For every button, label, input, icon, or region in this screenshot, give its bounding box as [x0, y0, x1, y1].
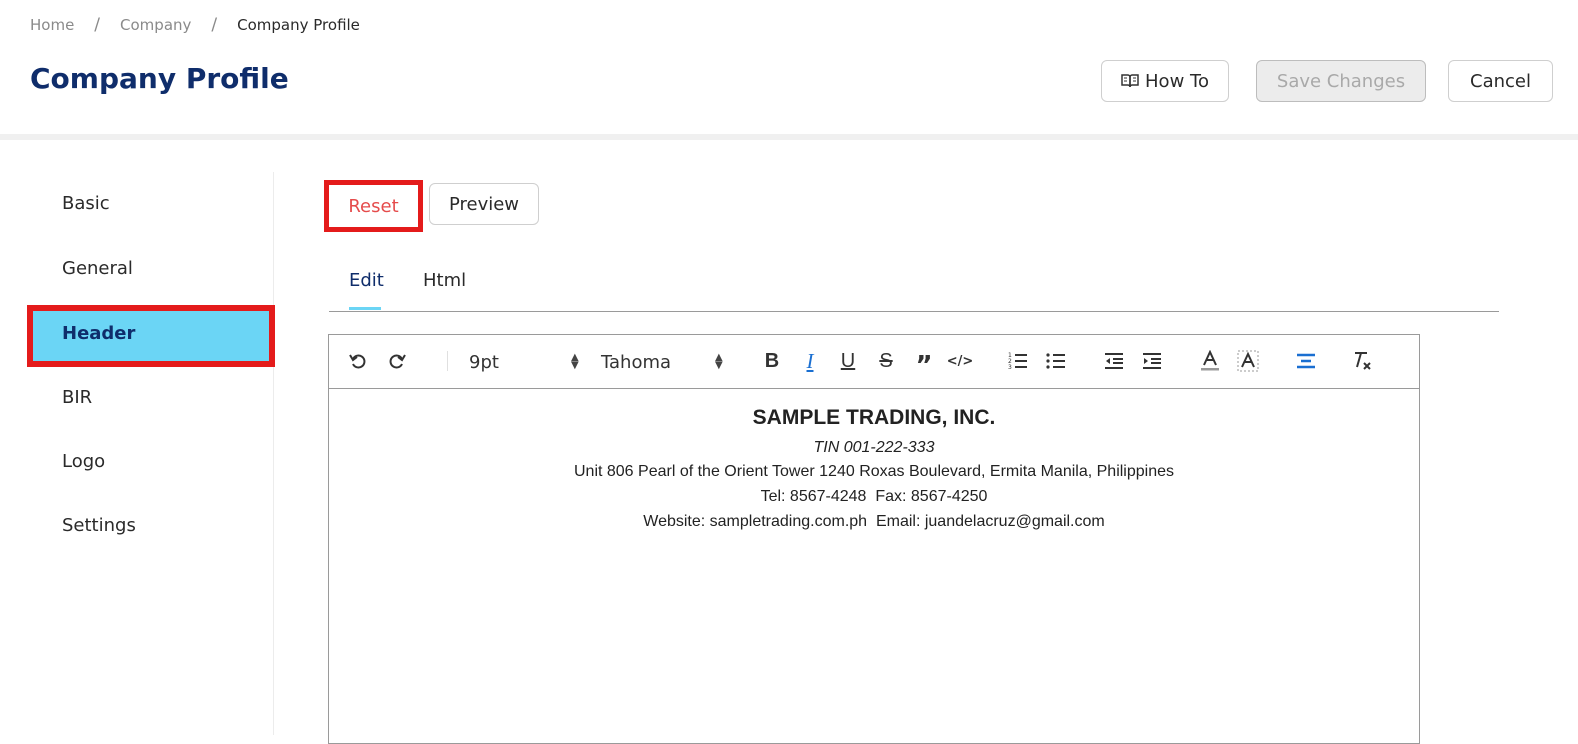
- indent-icon[interactable]: [1139, 348, 1165, 374]
- rich-text-editor: 9pt ▲ ▼ Tahoma ▲ ▼ B I U S ” </> 123 SAM…: [328, 334, 1420, 744]
- breadcrumb-separator: /: [211, 15, 218, 35]
- editor-tabs: Edit Html: [329, 262, 1499, 312]
- header-divider: [0, 134, 1578, 140]
- active-tab-indicator: [349, 307, 381, 310]
- contact-line: Tel: 8567-4248 Fax: 8567-4250: [760, 488, 988, 505]
- highlight-icon[interactable]: [1235, 348, 1261, 374]
- font-size-value: 9pt: [469, 351, 499, 373]
- ordered-list-icon[interactable]: 123: [1005, 348, 1031, 374]
- how-to-label: How To: [1145, 70, 1209, 92]
- page-title: Company Profile: [30, 62, 289, 95]
- align-center-icon[interactable]: [1293, 348, 1319, 374]
- breadcrumb: Home / Company / Company Profile: [30, 15, 360, 35]
- reset-button[interactable]: Reset: [324, 180, 423, 232]
- web-email-line: Website: sampletrading.com.ph Email: jua…: [643, 513, 1105, 530]
- outdent-icon[interactable]: [1101, 348, 1127, 374]
- italic-icon[interactable]: I: [797, 348, 823, 374]
- book-icon: [1121, 74, 1139, 88]
- breadcrumb-current: Company Profile: [237, 16, 360, 34]
- breadcrumb-separator: /: [94, 15, 101, 35]
- sidebar-item-basic[interactable]: Basic: [62, 193, 110, 214]
- address-line: Unit 806 Pearl of the Orient Tower 1240 …: [573, 463, 1174, 480]
- breadcrumb-home[interactable]: Home: [30, 16, 74, 34]
- cancel-button[interactable]: Cancel: [1448, 60, 1553, 102]
- tab-edit[interactable]: Edit: [349, 270, 384, 291]
- save-changes-button[interactable]: Save Changes: [1256, 60, 1426, 102]
- page-header: Home / Company / Company Profile Company…: [0, 0, 1578, 134]
- font-size-select[interactable]: 9pt ▲ ▼: [469, 348, 589, 376]
- sidebar-item-logo[interactable]: Logo: [62, 451, 105, 472]
- select-arrows-icon: ▲ ▼: [715, 352, 723, 371]
- svg-text:3: 3: [1008, 364, 1012, 370]
- company-name-line: SAMPLE TRADING, INC.: [752, 406, 996, 429]
- bold-icon[interactable]: B: [759, 348, 785, 374]
- how-to-button[interactable]: How To: [1101, 60, 1229, 102]
- preview-button[interactable]: Preview: [429, 183, 539, 225]
- editor-toolbar: 9pt ▲ ▼ Tahoma ▲ ▼ B I U S ” </> 123: [329, 335, 1419, 389]
- font-family-select[interactable]: Tahoma ▲ ▼: [601, 348, 733, 376]
- blockquote-icon[interactable]: ”: [911, 348, 937, 381]
- redo-icon[interactable]: [384, 348, 410, 374]
- select-arrows-icon: ▲ ▼: [571, 352, 579, 371]
- toolbar-divider: [447, 351, 448, 371]
- sidebar-item-general[interactable]: General: [62, 258, 133, 279]
- tab-html[interactable]: Html: [423, 270, 466, 291]
- clear-format-icon[interactable]: [1349, 348, 1375, 374]
- text-color-icon[interactable]: [1197, 348, 1223, 374]
- sidebar-item-bir[interactable]: BIR: [62, 387, 92, 408]
- breadcrumb-company[interactable]: Company: [120, 16, 191, 34]
- font-family-value: Tahoma: [601, 351, 672, 373]
- strikethrough-icon[interactable]: S: [873, 348, 899, 374]
- profile-sidebar: [0, 172, 274, 735]
- sidebar-item-settings[interactable]: Settings: [62, 515, 136, 536]
- code-icon[interactable]: </>: [947, 348, 974, 374]
- tin-line: TIN 001-222-333: [813, 439, 935, 456]
- sidebar-item-header-label: Header: [62, 323, 136, 344]
- bullet-list-icon[interactable]: [1043, 348, 1069, 374]
- undo-icon[interactable]: [345, 348, 371, 374]
- underline-icon[interactable]: U: [835, 348, 861, 374]
